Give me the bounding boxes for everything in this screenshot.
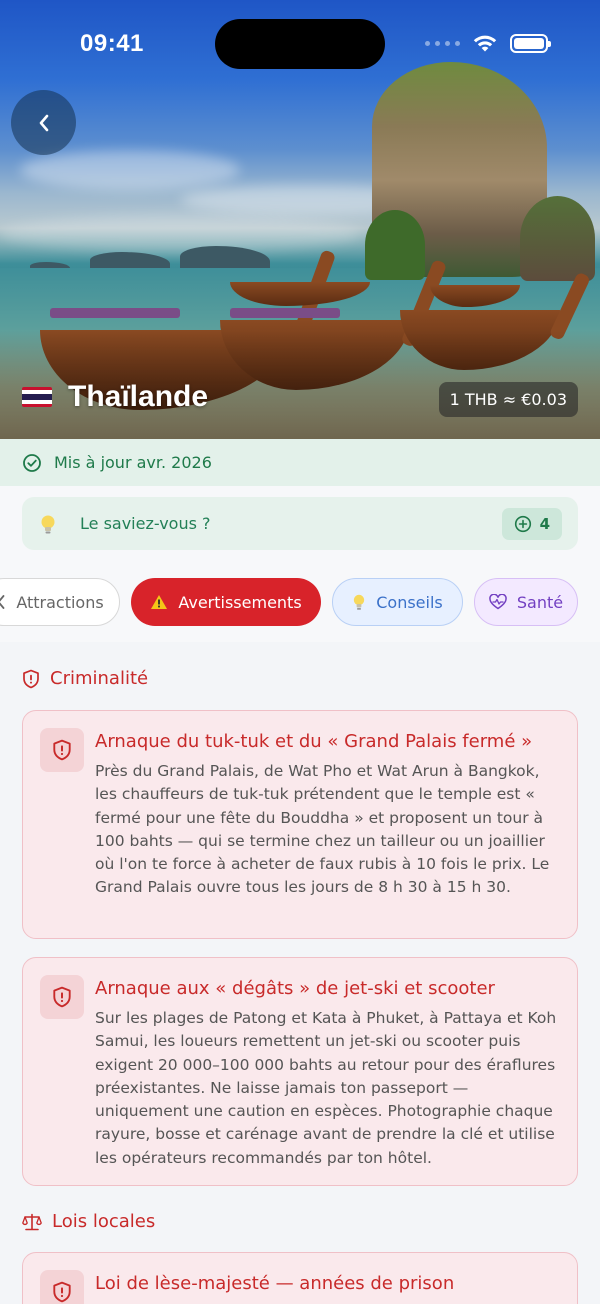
shield-alert-icon <box>53 739 71 761</box>
battery-icon <box>510 33 551 53</box>
status-icons <box>425 33 551 53</box>
check-circle-icon <box>23 453 41 472</box>
did-you-know-count: 4 <box>539 514 550 533</box>
heart-pulse-icon <box>489 594 507 610</box>
status-time: 09:41 <box>80 30 144 57</box>
warning-card[interactable]: Arnaque aux « dégâts » de jet-ski et sco… <box>22 957 578 1186</box>
section-crime-header: Criminalité <box>22 668 148 689</box>
tab-warnings-label: Avertissements <box>178 592 302 612</box>
card-title: Arnaque aux « dégâts » de jet-ski et sco… <box>95 978 495 999</box>
lightbulb-icon <box>354 594 365 610</box>
warning-card[interactable]: Arnaque du tuk-tuk et du « Grand Palais … <box>22 710 578 939</box>
tab-health-label: Santé <box>516 592 564 612</box>
signal-icon <box>425 40 460 46</box>
section-laws-header: Lois locales <box>22 1211 155 1232</box>
country-name: Thaïlande <box>68 380 209 413</box>
card-icon <box>40 975 84 1019</box>
warnings-content: Criminalité Arnaque du tuk-tuk et du « G… <box>0 642 600 1304</box>
tab-tips[interactable]: Conseils <box>332 578 463 626</box>
did-you-know-label: Le saviez-vous ? <box>80 514 211 533</box>
lightbulb-icon <box>41 515 55 533</box>
updated-banner: Mis à jour avr. 2026 <box>0 439 600 486</box>
tab-attractions[interactable]: Attractions <box>0 578 120 626</box>
card-title: Loi de lèse-majesté — années de prison <box>95 1273 455 1294</box>
category-tabs: Attractions Avertissements Conseils Sant… <box>0 578 600 628</box>
card-body: Sur les plages de Patong et Kata à Phuke… <box>95 1009 557 1167</box>
card-title: Arnaque du tuk-tuk et du « Grand Palais … <box>95 731 533 752</box>
chevron-left-icon <box>0 595 5 609</box>
did-you-know-card[interactable]: Le saviez-vous ? 4 <box>22 497 578 550</box>
section-crime-title: Criminalité <box>50 668 149 689</box>
warning-icon <box>151 595 168 609</box>
warning-card[interactable]: Loi de lèse-majesté — années de prison <box>22 1252 578 1304</box>
country-header: Thaïlande <box>22 380 208 414</box>
card-icon <box>40 1270 84 1304</box>
section-laws-title: Lois locales <box>52 1211 156 1232</box>
shield-alert-icon <box>53 986 71 1008</box>
tab-health[interactable]: Santé <box>474 578 578 626</box>
back-button[interactable] <box>11 90 76 155</box>
card-icon <box>40 728 84 772</box>
plus-circle-icon <box>514 515 531 532</box>
chevron-left-icon <box>39 114 48 131</box>
tab-warnings[interactable]: Avertissements <box>131 578 321 626</box>
wifi-icon <box>473 35 497 52</box>
tab-attractions-label: Attractions <box>16 592 104 612</box>
tab-tips-label: Conseils <box>376 592 443 612</box>
shield-alert-icon <box>23 669 39 688</box>
scale-icon <box>22 1213 42 1230</box>
thailand-flag-icon <box>22 387 52 407</box>
shield-alert-icon <box>53 1281 71 1303</box>
exchange-rate-badge: 1 THB ≈ €0.03 <box>438 382 578 417</box>
did-you-know-count-badge[interactable]: 4 <box>501 507 562 540</box>
updated-text: Mis à jour avr. 2026 <box>54 453 212 472</box>
dynamic-island <box>215 19 385 69</box>
card-body: Près du Grand Palais, de Wat Pho et Wat … <box>95 762 550 897</box>
